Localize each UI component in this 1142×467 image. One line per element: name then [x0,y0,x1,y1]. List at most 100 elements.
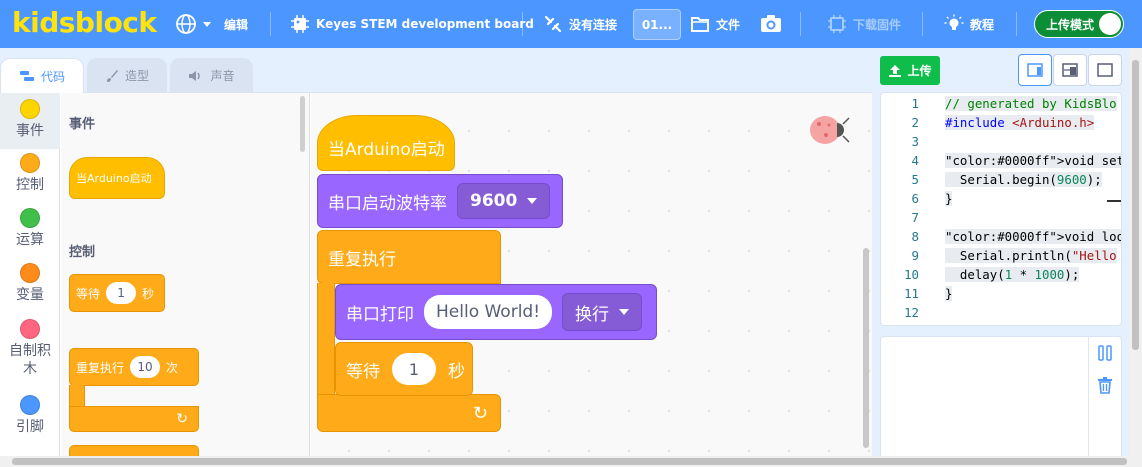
layout-full-button[interactable] [1088,54,1122,86]
block-label: 重复执行 [328,249,396,270]
code-line[interactable]: 7 [881,208,1121,227]
connection-menu[interactable]: 没有连接 [543,0,617,48]
layout-small-stage-button[interactable] [1053,54,1087,86]
code-text: // generated by KidsBlo [945,96,1117,111]
code-line[interactable]: 9 Serial.println("Hello [881,246,1121,265]
block-label: 等待 [346,361,380,382]
port-select[interactable]: 01... [633,9,681,40]
connection-label: 没有连接 [569,17,618,32]
page-scrollbar-vertical[interactable] [1129,48,1142,458]
when-arduino-starts-block[interactable]: 当Arduino启动 [317,115,455,171]
category-dot [20,395,40,415]
category-operators[interactable]: 运算 [0,208,60,262]
tab-sounds-label: 声音 [210,69,235,83]
upload-button[interactable]: 上传 [880,56,940,85]
tutorial-button[interactable]: 教程 [944,0,994,48]
code-line[interactable]: 6} [881,189,1121,208]
divider [522,12,523,36]
code-text: #include <Arduino.h> [945,115,1095,130]
divider [270,12,271,36]
edit-menu[interactable]: 编辑 [224,0,248,48]
line-number: 11 [904,286,919,301]
board-select[interactable]: Keyes STEM development board [290,0,534,48]
serial-monitor-panel[interactable] [880,336,1122,462]
code-line[interactable]: 3 [881,132,1121,151]
repeat-block-arm [69,385,85,407]
code-line[interactable]: 12 [881,303,1121,322]
tab-costumes[interactable]: 造型 [87,58,167,92]
serial-begin-block[interactable]: 串口启动波特率 9600 [317,174,563,228]
block-label: 当Arduino启动 [76,172,152,185]
brush-icon [106,69,118,82]
upload-mode-label: 上传模式 [1046,17,1095,32]
file-menu[interactable]: 文件 [690,0,740,48]
file-menu-label: 文件 [716,17,741,32]
tab-sounds[interactable]: 声音 [170,58,253,92]
code-text: Serial.println("Hello [945,248,1117,263]
scrollbar-thumb[interactable] [1132,60,1139,350]
code-text: } [945,286,953,301]
code-line[interactable]: 4 "color:#0000ff">void setup() { [881,151,1121,170]
palette-block-repeat[interactable]: 重复执行 10 次 [69,348,199,386]
generated-code-panel[interactable]: 1 // generated by KidsBlo 2 #include <Ardui… [880,92,1122,326]
screenshot-button[interactable] [760,0,782,48]
baud-rate-dropdown[interactable]: 9600 [457,183,551,219]
block-label: 次 [166,360,179,375]
category-control[interactable]: 控制 [0,153,60,207]
palette-scrollbar[interactable] [300,96,305,152]
device-sprite-icon [810,116,850,144]
tab-code[interactable]: 代码 [0,58,84,93]
forever-block[interactable]: 重复执行 [317,230,501,284]
download-firmware-button[interactable]: 下载固件 [827,0,901,48]
workspace-scrollbar[interactable] [863,248,869,448]
palette-block-wait[interactable]: 等待 1 秒 [69,274,165,312]
category-dot [20,319,40,339]
serial-print-block[interactable]: 串口打印 Hello World! 换行 [335,284,657,340]
layout-code-view-button[interactable] [1018,54,1052,86]
upload-icon [889,64,902,77]
repeat-count-input[interactable]: 10 [130,356,161,378]
chip-icon [291,15,309,33]
code-workspace[interactable]: 当Arduino启动 串口启动波特率 9600 重复执行 ↻ 串口打印 Hell… [311,93,872,456]
logo[interactable]: kidsblock [12,6,157,39]
category-label: 引脚 [16,419,44,435]
code-text: "color:#0000ff">void loop() { [945,229,1121,244]
newline-dropdown[interactable]: 换行 [562,293,643,331]
divider [922,12,923,36]
category-variables[interactable]: 变量 [0,263,60,317]
print-text-input[interactable]: Hello World! [424,295,553,329]
lightbulb-icon [944,14,964,30]
block-editor: 事件 控制 运算 变量 自制积木 引脚 事件 当Arduino启动 控制 等待 … [0,92,872,456]
tutorial-label: 教程 [970,17,995,32]
repeat-block-foot: ↻ [69,406,199,432]
edit-menu-label: 编辑 [224,17,249,32]
code-text: } [945,191,953,206]
category-pins[interactable]: 引脚 [0,395,60,449]
wait-seconds-input[interactable]: 1 [392,353,436,385]
category-label: 自制积木 [9,343,51,377]
camera-icon [761,15,781,32]
page-scrollbar-horizontal[interactable] [0,456,1142,467]
plug-disconnected-icon [544,15,562,33]
upload-mode-toggle[interactable]: 上传模式 [1034,10,1124,38]
wait-seconds-input[interactable]: 1 [106,282,137,304]
language-menu[interactable] [175,0,211,48]
palette-block-partial[interactable] [69,445,199,456]
category-my-blocks[interactable]: 自制积木 [0,319,60,385]
category-events[interactable]: 事件 [0,93,60,149]
layout-split-icon [1027,63,1043,77]
code-line[interactable]: 5 Serial.begin(9600); [881,170,1121,189]
code-line[interactable]: 10 delay(1 * 1000); [881,265,1121,284]
wait-block[interactable]: 等待 1 秒 [335,342,473,396]
scrollbar-thumb[interactable] [12,458,1127,465]
cursor-mark [1107,200,1121,202]
code-line[interactable]: 11} [881,284,1121,303]
code-line[interactable]: 2 #include <Arduino.h> [881,113,1121,132]
code-line[interactable]: 8 "color:#0000ff">void loop() { [881,227,1121,246]
line-number: 8 [911,229,919,244]
code-line[interactable]: 1 // generated by KidsBlo [881,94,1121,113]
category-dot [20,263,40,283]
palette-block-when-start[interactable]: 当Arduino启动 [69,157,165,199]
pause-icon[interactable] [1094,342,1116,364]
trash-icon[interactable] [1094,374,1116,396]
